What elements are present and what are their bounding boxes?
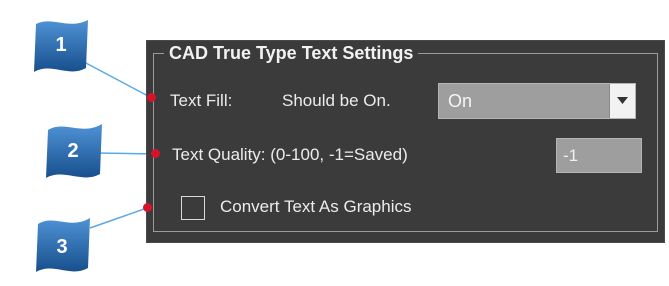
chevron-down-icon — [617, 97, 628, 104]
callout-number: 1 — [55, 34, 67, 56]
callout-flag-3: 3 — [32, 212, 94, 283]
cad-text-settings-group: CAD True Type Text Settings Text Fill: S… — [153, 42, 658, 232]
text-quality-input[interactable]: -1 — [556, 138, 642, 173]
text-fill-note: Should be On. — [282, 91, 391, 110]
callout-flag-1: 1 — [30, 14, 92, 83]
convert-text-label: Convert Text As Graphics — [220, 197, 412, 216]
text-fill-dropdown[interactable]: On — [438, 83, 636, 119]
convert-text-checkbox[interactable] — [181, 196, 205, 220]
dropdown-arrow-button[interactable] — [609, 84, 635, 118]
callout-number: 3 — [56, 236, 68, 258]
callout-number: 2 — [67, 140, 79, 162]
text-fill-label: Text Fill: — [170, 91, 233, 110]
marker-dot-2 — [151, 149, 160, 158]
marker-dot-3 — [143, 203, 152, 212]
marker-dot-1 — [147, 93, 156, 102]
text-quality-label: Text Quality: (0-100, -1=Saved) — [172, 145, 408, 164]
text-fill-selected-value: On — [448, 91, 473, 111]
settings-panel: CAD True Type Text Settings Text Fill: S… — [146, 40, 665, 243]
group-title: CAD True Type Text Settings — [164, 42, 419, 64]
callout-flag-2: 2 — [42, 118, 106, 189]
